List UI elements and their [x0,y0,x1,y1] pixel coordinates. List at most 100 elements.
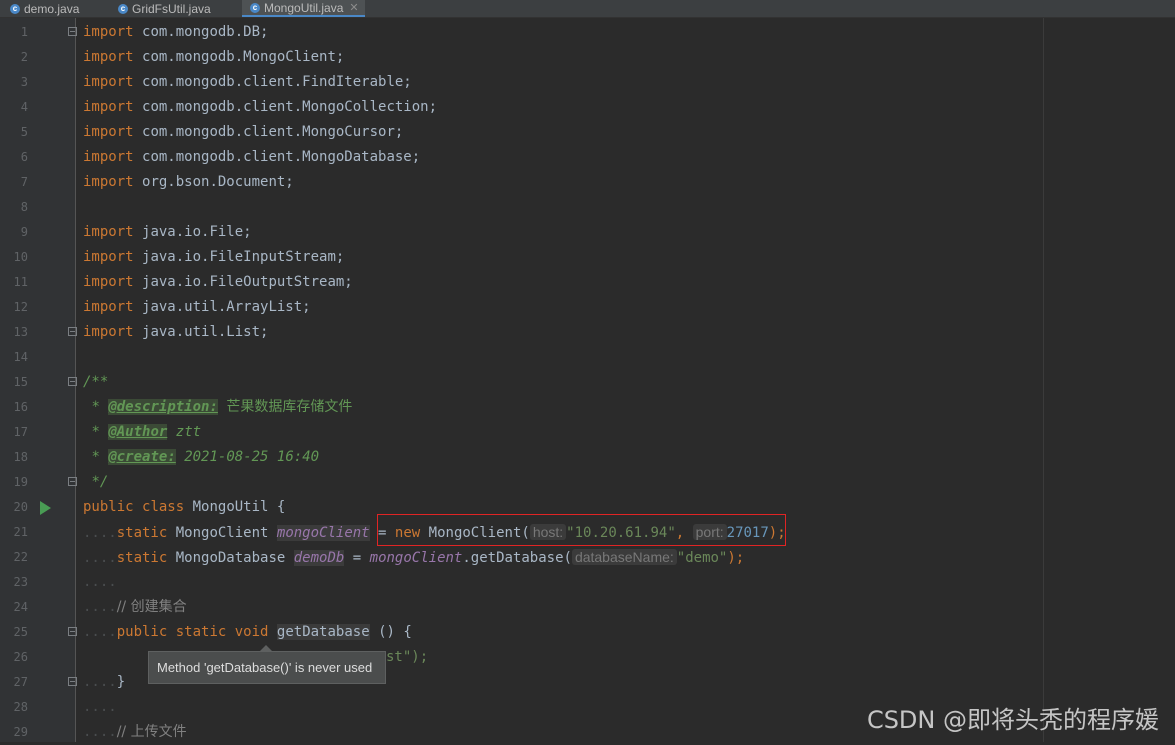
code-text[interactable]: import com.mongodb.DB; [83,20,268,45]
run-icon[interactable] [40,501,51,515]
fold-icon[interactable] [68,677,77,686]
code-line: 4 import com.mongodb.client.MongoCollect… [0,95,1175,120]
line-number: 3 [20,75,28,89]
code-text[interactable]: import java.io.File; [83,220,252,245]
editor-tab-bar: c demo.java c GridFsUtil.java c MongoUti… [0,0,1175,18]
tab-label: demo.java [24,1,80,16]
line-number: 12 [13,300,28,314]
tab-demo-java[interactable]: c demo.java [10,0,79,17]
line-number: 1 [20,25,28,39]
line-number: 15 [13,375,28,389]
code-text[interactable]: * @description: 芒果数据库存储文件 [83,395,352,420]
inspection-tooltip: Method 'getDatabase()' is never used [148,645,386,684]
line-number: 2 [20,50,28,64]
tab-mongoutil-java[interactable]: c MongoUtil.java ✕ [242,0,365,17]
line-number: 13 [13,325,28,339]
code-text[interactable]: import com.mongodb.client.MongoDatabase; [83,145,420,170]
code-text[interactable]: import com.mongodb.client.MongoCursor; [83,120,403,145]
line-number: 25 [13,625,28,639]
code-line: 6 import com.mongodb.client.MongoDatabas… [0,145,1175,170]
line-number: 27 [13,675,28,689]
code-line: 14 [0,345,1175,370]
line-number: 28 [13,700,28,714]
line-number: 22 [13,550,28,564]
code-line: 5 import com.mongodb.client.MongoCursor; [0,120,1175,145]
code-line: 23 .... [0,570,1175,595]
code-text[interactable]: ....// 上传文件 [83,720,187,745]
java-class-icon: c [118,3,128,14]
code-line: 24 ....// 创建集合 [0,595,1175,620]
code-text[interactable]: ....static MongoDatabase demoDb = mongoC… [83,545,744,571]
code-text[interactable]: ....public static void getDatabase () { [83,620,412,645]
line-number: 16 [13,400,28,414]
code-line: 25 ....public static void getDatabase ()… [0,620,1175,645]
code-line: 16 * @description: 芒果数据库存储文件 [0,395,1175,420]
code-text[interactable]: * @Author ztt [83,420,201,445]
fold-icon[interactable] [68,377,77,386]
code-text[interactable]: import java.util.List; [83,320,268,345]
code-text[interactable]: */ [83,470,108,495]
java-class-icon: c [250,2,260,13]
tab-label: MongoUtil.java [264,0,344,15]
line-number: 14 [13,350,28,364]
tab-label: GridFsUtil.java [132,1,211,16]
line-number: 10 [13,250,28,264]
line-number: 11 [13,275,28,289]
code-line: 9 import java.io.File; [0,220,1175,245]
code-text[interactable]: .... [83,695,117,720]
code-text[interactable]: ....} [83,670,125,695]
highlight-box [377,514,786,546]
line-number: 4 [20,100,28,114]
code-line: 3 import com.mongodb.client.FindIterable… [0,70,1175,95]
line-number: 19 [13,475,28,489]
line-number: 7 [20,175,28,189]
fold-icon[interactable] [68,477,77,486]
code-text[interactable]: import com.mongodb.client.FindIterable; [83,70,412,95]
line-number: 18 [13,450,28,464]
line-number: 5 [20,125,28,139]
line-number: 23 [13,575,28,589]
fold-icon[interactable] [68,627,77,636]
code-text[interactable]: import java.io.FileOutputStream; [83,270,353,295]
line-number: 9 [20,225,28,239]
code-text[interactable]: * @create: 2021-08-25 16:40 [83,445,319,470]
line-number: 21 [13,525,28,539]
code-text[interactable]: st"); [386,645,428,670]
code-text[interactable]: .... [83,570,117,595]
code-line: 8 [0,195,1175,220]
code-line: 2 import com.mongodb.MongoClient; [0,45,1175,70]
code-line: 17 * @Author ztt [0,420,1175,445]
code-text[interactable]: import org.bson.Document; [83,170,294,195]
tab-gridfsutil-java[interactable]: c GridFsUtil.java [118,0,211,17]
line-number: 26 [13,650,28,664]
line-number: 17 [13,425,28,439]
code-line: 7 import org.bson.Document; [0,170,1175,195]
code-line: 1 import com.mongodb.DB; [0,20,1175,45]
line-number: 6 [20,150,28,164]
java-class-icon: c [10,3,20,14]
code-text[interactable]: ....// 创建集合 [83,595,187,620]
fold-icon[interactable] [68,327,77,336]
fold-icon[interactable] [68,27,77,36]
line-number: 24 [13,600,28,614]
code-line: 19 */ [0,470,1175,495]
code-line: 22 ....static MongoDatabase demoDb = mon… [0,545,1175,570]
parameter-hint: databaseName: [571,549,677,565]
code-text[interactable]: public class MongoUtil { [83,495,285,520]
code-line: 11 import java.io.FileOutputStream; [0,270,1175,295]
watermark: CSDN @即将头秃的程序媛 [866,706,1159,734]
code-text[interactable]: import com.mongodb.MongoClient; [83,45,344,70]
code-line: 18 * @create: 2021-08-25 16:40 [0,445,1175,470]
line-number: 20 [13,500,28,514]
code-text[interactable]: import java.io.FileInputStream; [83,245,344,270]
code-text[interactable]: import java.util.ArrayList; [83,295,311,320]
code-line: 10 import java.io.FileInputStream; [0,245,1175,270]
close-icon[interactable]: ✕ [349,1,358,14]
code-line: 15 /** [0,370,1175,395]
code-text[interactable]: import com.mongodb.client.MongoCollectio… [83,95,437,120]
code-line: 12 import java.util.ArrayList; [0,295,1175,320]
line-number: 29 [13,725,28,739]
code-text[interactable]: /** [83,370,108,395]
line-number: 8 [20,200,28,214]
code-line: 13 import java.util.List; [0,320,1175,345]
